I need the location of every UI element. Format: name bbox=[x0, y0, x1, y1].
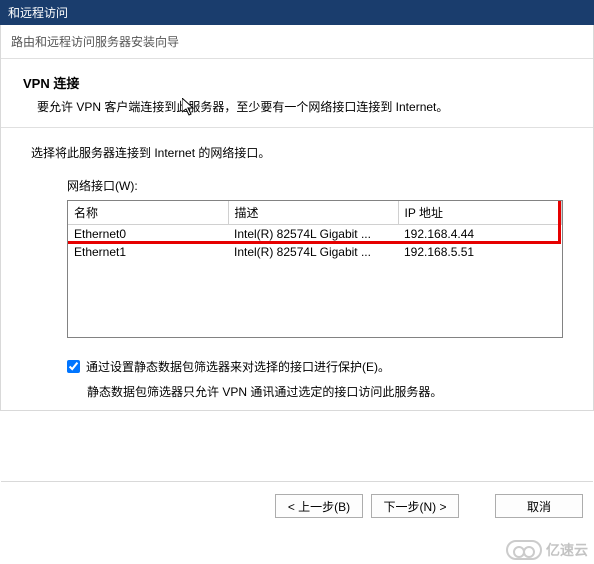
table-header-row: 名称 描述 IP 地址 bbox=[68, 201, 562, 225]
cell-desc: Intel(R) 82574L Gigabit ... bbox=[228, 243, 398, 261]
col-name[interactable]: 名称 bbox=[68, 201, 228, 225]
cell-desc: Intel(R) 82574L Gigabit ... bbox=[228, 225, 398, 244]
interface-table[interactable]: 名称 描述 IP 地址 Ethernet0 Intel(R) 82574L Gi… bbox=[68, 201, 562, 261]
cell-ip: 192.168.5.51 bbox=[398, 243, 562, 261]
content-section: 选择将此服务器连接到 Internet 的网络接口。 网络接口(W): 名称 描… bbox=[1, 127, 593, 410]
protect-description: 静态数据包筛选器只允许 VPN 通讯通过选定的接口访问此服务器。 bbox=[87, 383, 563, 400]
protect-checkbox[interactable] bbox=[67, 360, 80, 373]
protect-checkbox-label[interactable]: 通过设置静态数据包筛选器来对选择的接口进行保护(E)。 bbox=[86, 358, 390, 375]
cell-name: Ethernet0 bbox=[68, 225, 228, 244]
button-gap bbox=[467, 494, 487, 518]
wizard-panel: 路由和远程访问服务器安装向导 VPN 连接 要允许 VPN 客户端连接到此服务器… bbox=[0, 25, 594, 411]
header-section: VPN 连接 要允许 VPN 客户端连接到此服务器，至少要有一个网络接口连接到 … bbox=[1, 59, 593, 127]
protect-checkbox-row: 通过设置静态数据包筛选器来对选择的接口进行保护(E)。 bbox=[67, 358, 563, 375]
cell-name: Ethernet1 bbox=[68, 243, 228, 261]
wizard-button-bar: < 上一步(B) 下一步(N) > 取消 bbox=[1, 481, 593, 530]
table-row[interactable]: Ethernet1 Intel(R) 82574L Gigabit ... 19… bbox=[68, 243, 562, 261]
watermark-text: 亿速云 bbox=[546, 540, 588, 560]
col-ip[interactable]: IP 地址 bbox=[398, 201, 562, 225]
instruction-text: 选择将此服务器连接到 Internet 的网络接口。 bbox=[31, 144, 563, 161]
col-desc[interactable]: 描述 bbox=[228, 201, 398, 225]
interface-table-wrap: 名称 描述 IP 地址 Ethernet0 Intel(R) 82574L Gi… bbox=[67, 200, 563, 338]
cell-ip: 192.168.4.44 bbox=[398, 225, 562, 244]
wizard-subtitle: 路由和远程访问服务器安装向导 bbox=[1, 25, 593, 59]
table-row[interactable]: Ethernet0 Intel(R) 82574L Gigabit ... 19… bbox=[68, 225, 562, 244]
back-button[interactable]: < 上一步(B) bbox=[275, 494, 363, 518]
watermark: 亿速云 bbox=[506, 540, 588, 560]
page-title: VPN 连接 bbox=[23, 73, 571, 92]
window-titlebar: 和远程访问 bbox=[0, 0, 594, 25]
window-title: 和远程访问 bbox=[8, 6, 68, 20]
cancel-button[interactable]: 取消 bbox=[495, 494, 583, 518]
next-button[interactable]: 下一步(N) > bbox=[371, 494, 459, 518]
interface-label: 网络接口(W): bbox=[67, 177, 563, 194]
page-description: 要允许 VPN 客户端连接到此服务器，至少要有一个网络接口连接到 Interne… bbox=[23, 98, 571, 115]
watermark-logo-icon bbox=[506, 540, 542, 560]
